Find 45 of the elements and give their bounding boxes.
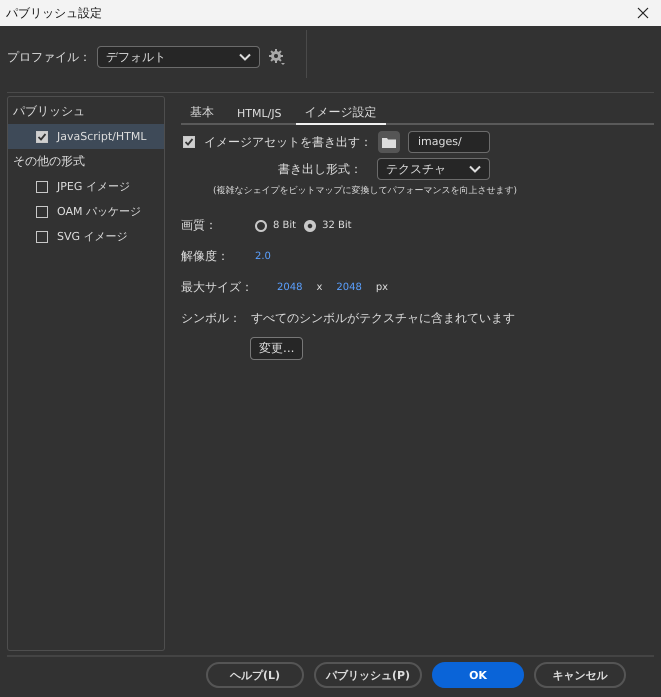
quality-label: 画質： <box>181 217 218 234</box>
tab[interactable]: 基本 <box>181 104 223 125</box>
format-dropdown[interactable]: テクスチャ <box>377 158 490 180</box>
folder-button[interactable] <box>378 131 400 153</box>
export-format-label: 書き出し形式： <box>278 160 363 178</box>
radio-option[interactable]: 32 Bit <box>304 220 352 232</box>
folder-icon <box>382 136 396 148</box>
checkbox[interactable] <box>36 230 48 242</box>
checkbox[interactable] <box>36 180 48 192</box>
checkbox[interactable] <box>36 130 48 142</box>
resolution-label: 解像度： <box>181 248 230 265</box>
chevron-icon <box>469 165 481 173</box>
tab[interactable]: イメージ設定 <box>296 104 386 125</box>
sidebar-item[interactable]: JPEG イメージ <box>8 174 164 199</box>
checkbox[interactable] <box>36 206 48 218</box>
width-value[interactable]: 2048 <box>277 282 302 293</box>
close-icon[interactable] <box>637 7 649 19</box>
unit-label: px <box>376 282 388 293</box>
height-value[interactable]: 2048 <box>336 282 362 293</box>
window-title: パブリッシュ設定 <box>6 4 102 22</box>
resolution-value[interactable]: 2.0 <box>255 251 271 262</box>
sidebar-item[interactable]: JavaScript/HTML <box>8 124 164 149</box>
tab[interactable]: HTML/JS <box>223 107 296 125</box>
note-text: (複雑なシェイプをビットマップに変換してパフォーマンスを向上させます) <box>213 184 518 197</box>
sidebar-heading: パブリッシュ <box>12 103 86 120</box>
max-size-label: 最大サイズ： <box>181 279 254 296</box>
radio-option[interactable]: 8 Bit <box>255 220 296 232</box>
path-field[interactable]: images/ <box>408 131 490 153</box>
dialog-button[interactable]: パブリッシュ(P) <box>314 662 422 688</box>
sidebar-heading: その他の形式 <box>12 153 86 170</box>
symbols-value: すべてのシンボルがテクスチャに含まれています <box>251 310 515 327</box>
gear-icon[interactable] <box>268 48 286 66</box>
checkbox[interactable] <box>183 136 195 148</box>
change-button[interactable]: 変更... <box>250 337 304 360</box>
export-assets-label: イメージアセットを書き出す： <box>204 134 373 150</box>
profile-label: プロファイル： <box>7 48 91 66</box>
dialog-button[interactable]: OK <box>432 662 524 688</box>
sidebar-item[interactable]: OAM パッケージ <box>8 199 164 224</box>
symbols-label: シンボル： <box>181 310 242 327</box>
times-sign: x <box>316 282 322 293</box>
dialog-button[interactable]: キャンセル <box>534 662 626 688</box>
profile-dropdown[interactable]: デフォルト <box>97 46 260 68</box>
chevron-icon <box>239 53 251 61</box>
sidebar-item[interactable]: SVG イメージ <box>8 224 164 249</box>
dialog-button[interactable]: ヘルプ(L) <box>206 662 304 688</box>
